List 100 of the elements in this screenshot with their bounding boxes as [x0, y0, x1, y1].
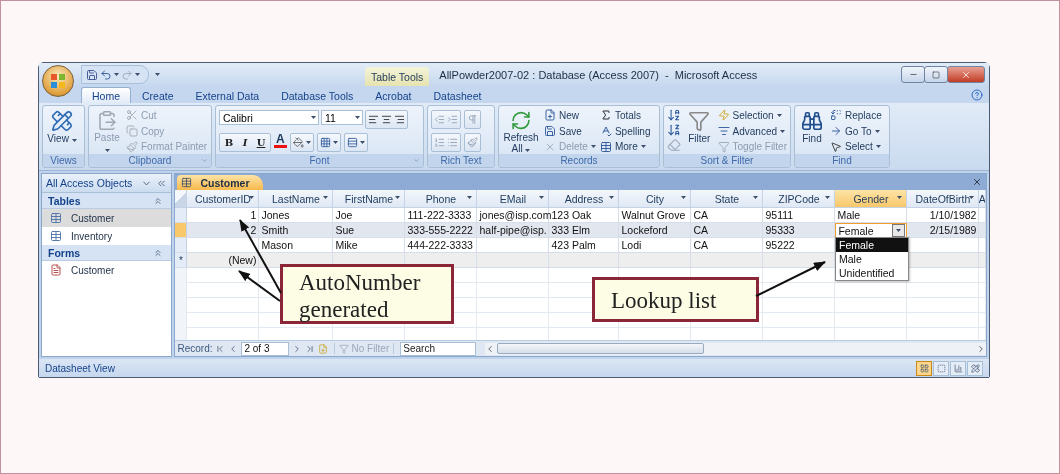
table-cell — [549, 253, 620, 268]
table-icon — [50, 212, 62, 224]
table-cell: Mike — [333, 238, 406, 253]
sort-caret-icon — [395, 196, 401, 199]
search-field[interactable]: Search — [400, 341, 477, 356]
filter-icon — [717, 140, 730, 153]
column-header[interactable]: DateOfBirth — [907, 190, 980, 208]
scroll-right-icon — [976, 343, 986, 354]
save-record-button[interactable]: Save — [544, 123, 596, 139]
ribbon-tab[interactable]: External Data — [184, 87, 271, 103]
callout-label: Lookup list — [592, 277, 759, 322]
record-selector[interactable] — [175, 208, 188, 223]
column-header[interactable]: Phone — [405, 190, 478, 208]
lookup-option[interactable]: Female — [836, 238, 908, 252]
highlight-button[interactable] — [464, 133, 481, 152]
new-record-marker: * — [175, 253, 188, 268]
table-cell: 95111 — [763, 208, 836, 223]
record-position-field[interactable]: 2 of 3 — [241, 341, 290, 356]
record-selector[interactable] — [175, 223, 188, 238]
maximize-button[interactable] — [924, 66, 948, 83]
select-button[interactable]: Select — [830, 139, 882, 154]
caret-icon — [776, 113, 782, 117]
font-name-dropdown[interactable]: Calibri — [219, 110, 319, 125]
column-header[interactable]: Gender — [835, 190, 908, 208]
caret-icon — [135, 73, 140, 76]
underline-button[interactable]: U — [254, 135, 268, 150]
lookup-option[interactable]: Male — [836, 252, 908, 266]
fill-color-button[interactable] — [289, 133, 314, 152]
column-header[interactable]: LastName — [259, 190, 334, 208]
column-header[interactable]: FirstName — [333, 190, 406, 208]
indent-buttons[interactable] — [431, 110, 461, 129]
replace-button[interactable]: Replace — [830, 108, 882, 123]
record-selector[interactable] — [175, 238, 188, 253]
table-cell: CA — [691, 208, 764, 223]
nav-item[interactable]: Customer — [42, 209, 172, 227]
pivot-chart-view-button[interactable] — [950, 360, 966, 376]
section-title: Forms — [48, 246, 81, 259]
column-header[interactable]: A — [979, 190, 986, 208]
refresh-all-button[interactable]: Refresh All — [502, 108, 540, 154]
list-buttons[interactable] — [431, 133, 461, 152]
table-cell: 2/15/1989 — [907, 223, 980, 238]
navigation-pane-header[interactable]: All Access Objects — [42, 174, 172, 193]
close-button[interactable] — [947, 66, 985, 83]
dialog-launcher-icon — [201, 157, 208, 164]
lightning-filter-icon — [717, 109, 730, 122]
paragraph-button[interactable] — [464, 110, 481, 129]
column-header[interactable]: Address — [549, 190, 620, 208]
customize-caret-icon — [155, 73, 160, 76]
ribbon-tab[interactable]: Datasheet — [422, 87, 493, 103]
clear-sort-icon — [667, 138, 681, 152]
minimize-button[interactable] — [901, 66, 925, 83]
table-cell: Male — [835, 208, 908, 223]
table-cell: 2 — [187, 223, 260, 238]
datasheet-view-button[interactable] — [916, 360, 932, 376]
more-button[interactable]: More — [599, 139, 651, 154]
ribbon-tab[interactable]: Database Tools — [270, 87, 365, 103]
caret-icon — [525, 149, 531, 152]
nav-section-header[interactable]: Forms — [42, 245, 172, 261]
select-all-corner[interactable] — [175, 190, 188, 208]
table-cell: Lodi — [619, 238, 692, 253]
bold-button[interactable]: B — [222, 135, 236, 150]
caret-icon — [640, 145, 646, 149]
section-title: Tables — [48, 194, 81, 207]
sort-caret-icon — [323, 196, 329, 199]
new-record-icon — [544, 109, 556, 122]
horizontal-scrollbar[interactable] — [485, 342, 986, 355]
nav-section-header[interactable]: Tables — [42, 193, 172, 209]
totals-button[interactable]: Totals — [599, 108, 651, 123]
view-button[interactable]: View — [46, 108, 78, 154]
ribbon-tab[interactable]: Create — [131, 87, 185, 103]
filter-button[interactable]: Filter — [685, 108, 714, 154]
selection-button[interactable]: Selection — [717, 108, 787, 123]
font-color-button[interactable]: A — [274, 133, 287, 148]
column-header[interactable]: CustomerID — [187, 190, 260, 208]
column-header[interactable]: EMail — [477, 190, 550, 208]
font-size-dropdown[interactable]: 11 — [321, 110, 363, 125]
column-header[interactable]: City — [619, 190, 692, 208]
pivot-table-view-button[interactable] — [933, 360, 949, 376]
spelling-button[interactable]: Spelling — [599, 123, 651, 139]
find-button[interactable]: Find — [798, 108, 826, 154]
advanced-button[interactable]: Advanced — [717, 123, 787, 139]
ribbon-tab[interactable]: Home — [81, 87, 131, 103]
ribbon-tab[interactable]: Acrobat — [364, 87, 423, 103]
caret-icon — [355, 116, 360, 119]
alternate-fill-button[interactable] — [343, 133, 368, 152]
gridlines-button[interactable] — [316, 133, 341, 152]
first-record-icon — [215, 343, 226, 354]
design-view-button[interactable] — [967, 360, 983, 376]
lookup-option[interactable]: Unidentified — [836, 266, 908, 280]
document-tab[interactable]: Customer — [177, 175, 264, 190]
column-header[interactable]: State — [691, 190, 764, 208]
italic-button[interactable]: I — [238, 135, 252, 150]
form-icon — [50, 264, 62, 276]
new-record-button[interactable]: New — [544, 108, 596, 123]
alignment-buttons[interactable] — [365, 110, 408, 129]
go-to-button[interactable]: Go To — [830, 123, 882, 139]
column-header[interactable]: ZIPCode — [763, 190, 836, 208]
table-cell: 123 Oak — [549, 208, 620, 223]
table-cell: Mason — [259, 238, 334, 253]
sort-caret-icon — [539, 196, 545, 199]
